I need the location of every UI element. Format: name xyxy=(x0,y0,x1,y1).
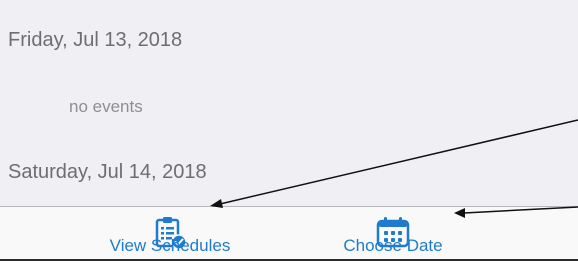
day-header-jul-13: Friday, Jul 13, 2018 xyxy=(8,29,183,51)
event-list[interactable]: Friday, Jul 13, 2018 no events Saturday,… xyxy=(0,0,578,206)
tab-bar: View Schedules Choose Date xyxy=(0,206,578,260)
no-events-label: no events xyxy=(69,97,143,116)
bottom-divider xyxy=(0,259,578,261)
day-header-jul-14: Saturday, Jul 14, 2018 xyxy=(8,161,207,183)
tab-choose-date[interactable]: Choose Date xyxy=(318,207,468,260)
tab-view-schedules-label: View Schedules xyxy=(109,236,231,255)
tab-view-schedules[interactable]: View Schedules xyxy=(80,207,260,260)
tab-choose-date-label: Choose Date xyxy=(343,236,443,255)
